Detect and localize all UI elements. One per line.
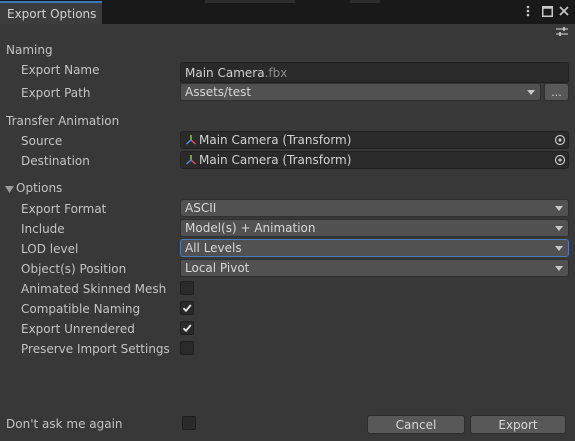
dont-ask-label: Don't ask me again bbox=[6, 417, 123, 431]
export-button-label: Export bbox=[498, 417, 538, 432]
drag-grip[interactable] bbox=[350, 0, 380, 3]
source-value: Main Camera (Transform) bbox=[199, 133, 352, 147]
export-format-label: Export Format bbox=[21, 202, 107, 216]
transfer-animation-section-label: Transfer Animation bbox=[6, 114, 120, 128]
window-titlebar: Export Options bbox=[0, 0, 575, 24]
export-path-label: Export Path bbox=[21, 86, 91, 100]
close-icon[interactable] bbox=[557, 4, 571, 18]
export-unrendered-label: Export Unrendered bbox=[21, 322, 135, 336]
cancel-button[interactable]: Cancel bbox=[367, 415, 465, 434]
export-path-dropdown[interactable]: Assets/test bbox=[180, 83, 541, 101]
object-position-dropdown[interactable]: Local Pivot bbox=[180, 259, 569, 277]
lod-level-dropdown[interactable]: All Levels bbox=[180, 239, 569, 257]
browse-path-button[interactable]: ... bbox=[544, 83, 569, 101]
lod-level-value: All Levels bbox=[185, 241, 242, 255]
object-picker-icon[interactable] bbox=[554, 134, 566, 146]
destination-value: Main Camera (Transform) bbox=[199, 153, 352, 167]
checkmark-icon bbox=[182, 304, 192, 313]
maximize-icon[interactable] bbox=[540, 4, 554, 18]
source-object-field[interactable]: Main Camera (Transform) bbox=[180, 131, 569, 149]
chevron-down-icon bbox=[555, 246, 563, 251]
include-label: Include bbox=[21, 222, 65, 236]
object-picker-icon[interactable] bbox=[554, 154, 566, 166]
chevron-down-icon bbox=[555, 206, 563, 211]
compatible-naming-label: Compatible Naming bbox=[21, 302, 141, 316]
object-position-label: Object(s) Position bbox=[21, 262, 127, 276]
checkmark-icon bbox=[182, 324, 192, 333]
naming-section-label: Naming bbox=[6, 43, 53, 57]
drag-grip[interactable] bbox=[205, 0, 295, 3]
animated-skinned-mesh-label: Animated Skinned Mesh bbox=[21, 282, 167, 296]
source-label: Source bbox=[21, 134, 63, 148]
transform-icon bbox=[186, 155, 196, 165]
include-dropdown[interactable]: Model(s) + Animation bbox=[180, 219, 569, 237]
compatible-naming-checkbox[interactable] bbox=[180, 301, 194, 315]
lod-level-label: LOD level bbox=[21, 242, 79, 256]
cancel-button-label: Cancel bbox=[395, 417, 437, 432]
export-format-dropdown[interactable]: ASCII bbox=[180, 199, 569, 217]
export-unrendered-checkbox[interactable] bbox=[180, 321, 194, 335]
chevron-down-icon bbox=[555, 226, 563, 231]
export-name-label: Export Name bbox=[21, 63, 100, 77]
destination-label: Destination bbox=[21, 154, 90, 168]
settings-sliders-icon[interactable] bbox=[555, 25, 569, 37]
preserve-import-settings-checkbox[interactable] bbox=[180, 341, 194, 355]
foldout-expanded-icon[interactable] bbox=[5, 185, 14, 194]
include-value: Model(s) + Animation bbox=[185, 221, 316, 235]
object-position-value: Local Pivot bbox=[185, 261, 250, 275]
tab-export-options[interactable]: Export Options bbox=[0, 1, 102, 24]
export-name-field[interactable]: Main Camera .fbx bbox=[180, 62, 569, 83]
dont-ask-checkbox[interactable] bbox=[182, 416, 196, 430]
options-section-label[interactable]: Options bbox=[16, 181, 62, 195]
chevron-down-icon bbox=[555, 266, 563, 271]
animated-skinned-mesh-checkbox[interactable] bbox=[180, 281, 194, 295]
export-name-extension: .fbx bbox=[264, 65, 288, 80]
kebab-menu-icon[interactable] bbox=[521, 4, 535, 18]
export-button[interactable]: Export bbox=[470, 415, 566, 434]
destination-object-field[interactable]: Main Camera (Transform) bbox=[180, 151, 569, 169]
export-format-value: ASCII bbox=[185, 201, 217, 215]
transform-icon bbox=[186, 135, 196, 145]
chevron-down-icon bbox=[527, 90, 535, 95]
export-path-value: Assets/test bbox=[185, 85, 252, 99]
tab-title: Export Options bbox=[7, 6, 97, 21]
preserve-import-settings-label: Preserve Import Settings bbox=[21, 342, 170, 356]
browse-path-label: ... bbox=[551, 85, 562, 99]
export-name-value: Main Camera bbox=[185, 65, 265, 80]
